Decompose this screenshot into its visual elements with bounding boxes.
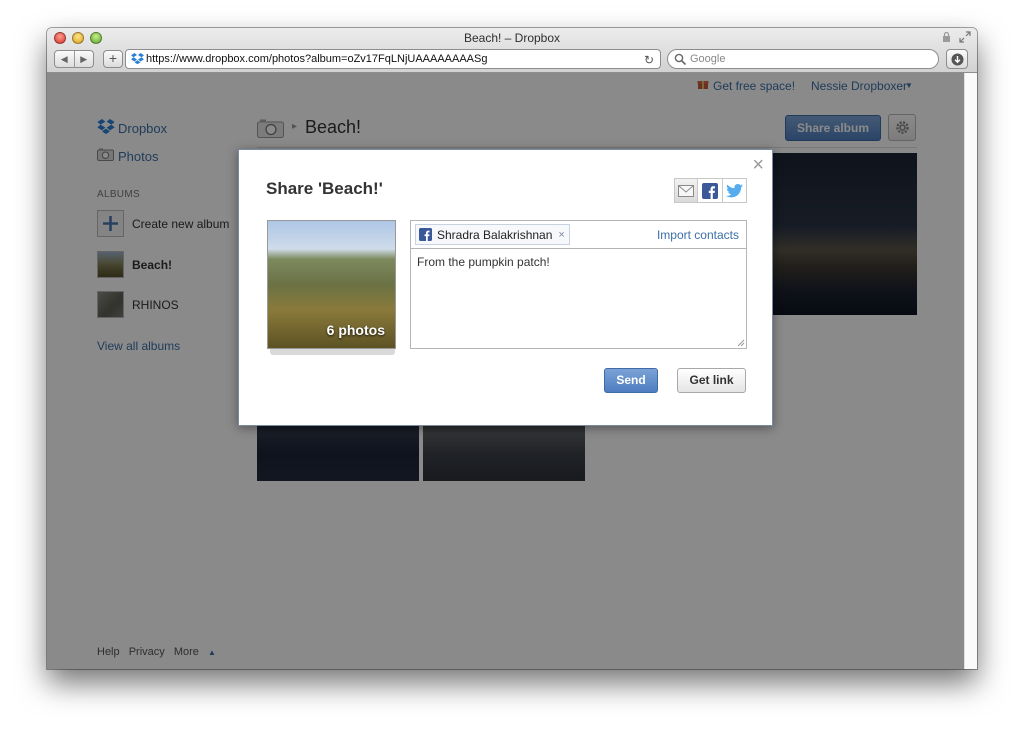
- browser-window: Beach! – Dropbox ◀ ▶ + https://www.dropb…: [47, 28, 977, 669]
- facebook-icon: [419, 228, 432, 241]
- search-input[interactable]: Google: [667, 49, 939, 69]
- remove-recipient-icon[interactable]: ×: [558, 229, 564, 241]
- page-scrollbar[interactable]: [964, 73, 977, 669]
- recipient-chip[interactable]: Shradra Balakrishnan ×: [415, 224, 570, 245]
- downloads-button[interactable]: [946, 49, 968, 69]
- dialog-title: Share 'Beach!': [266, 179, 383, 198]
- lock-icon: [943, 32, 950, 42]
- photo-count: 6 photos: [326, 322, 385, 338]
- get-link-button[interactable]: Get link: [677, 368, 746, 393]
- facebook-icon: [702, 182, 719, 199]
- email-share-tab[interactable]: [674, 178, 699, 203]
- facebook-share-tab[interactable]: [698, 178, 723, 203]
- url-text: https://www.dropbox.com/photos?album=oZv…: [146, 53, 488, 65]
- message-textarea[interactable]: From the pumpkin patch!: [410, 248, 747, 349]
- import-contacts-link[interactable]: Import contacts: [657, 228, 739, 242]
- dropbox-favicon-icon: [131, 53, 144, 65]
- share-method-tabs: [674, 178, 748, 203]
- back-arrow-icon[interactable]: ◀: [55, 51, 74, 67]
- address-bar[interactable]: https://www.dropbox.com/photos?album=oZv…: [125, 49, 661, 69]
- twitter-share-tab[interactable]: [722, 178, 748, 203]
- twitter-icon: [725, 183, 743, 197]
- envelope-icon: [678, 184, 695, 197]
- resize-grip-icon[interactable]: [735, 337, 745, 347]
- search-placeholder: Google: [690, 53, 726, 65]
- back-forward-group: ◀ ▶: [54, 50, 94, 68]
- close-icon[interactable]: ×: [752, 155, 764, 175]
- add-bookmark-button[interactable]: +: [103, 50, 123, 68]
- download-icon: [951, 53, 963, 65]
- search-icon: [674, 53, 687, 66]
- album-stack-shadow: [270, 349, 395, 355]
- recipients-field[interactable]: Shradra Balakrishnan × Import contacts: [410, 220, 747, 248]
- recipient-name: Shradra Balakrishnan: [437, 227, 553, 242]
- share-album-dialog: × Share 'Beach!' 6 photos Shradra Balakr…: [238, 149, 773, 426]
- send-button[interactable]: Send: [604, 368, 658, 393]
- forward-arrow-icon[interactable]: ▶: [73, 51, 94, 67]
- reload-icon[interactable]: ↻: [644, 53, 654, 67]
- window-title: Beach! – Dropbox: [463, 31, 561, 45]
- album-cover-image: 6 photos: [267, 220, 396, 349]
- title-bar: Beach! – Dropbox ◀ ▶ + https://www.dropb…: [47, 28, 977, 73]
- fullscreen-icon[interactable]: [959, 31, 971, 43]
